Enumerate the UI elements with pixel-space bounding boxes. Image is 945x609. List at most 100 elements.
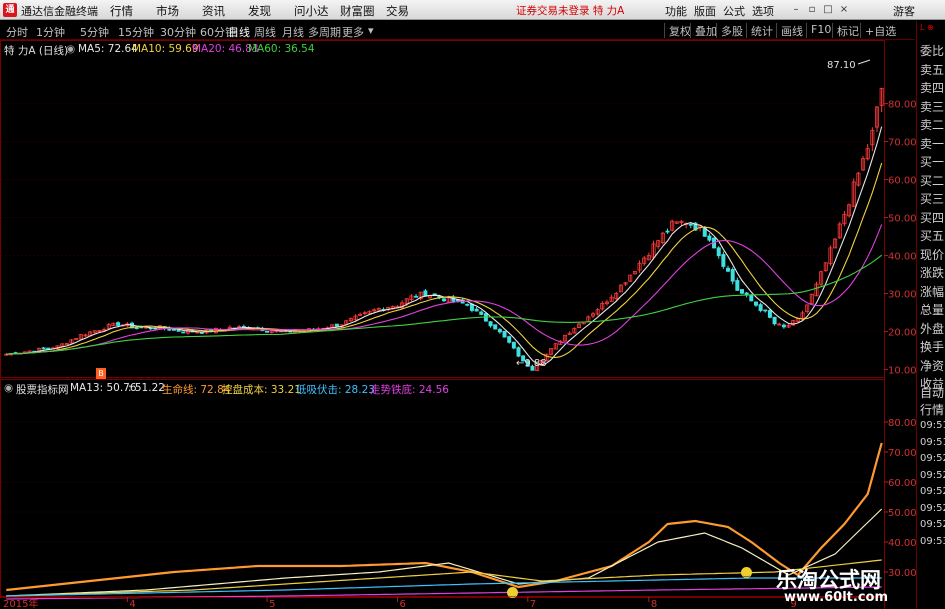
kline-chart[interactable]: 10.00 20.00 30.00 40.00 50.00 60.00 70.00 80.00… (0, 0, 916, 609)
quote-field-label: 卖五 (920, 62, 945, 77)
candle-body (707, 235, 712, 241)
candle-body (46, 347, 51, 350)
ma-legend: MA5: 72.64 (78, 43, 138, 55)
y-tick-label: 60.00 (888, 478, 916, 489)
indicator-legend: MA13: 50.76 (70, 382, 137, 394)
quote-field-label: 现价 (920, 247, 945, 262)
x-tick-label: 8 (651, 599, 657, 609)
candle-body (493, 324, 498, 330)
candle-body (414, 295, 419, 298)
candle-body (502, 330, 507, 338)
y-tick-label: 80.00 (888, 418, 916, 429)
pane-title: 股票指标网 (16, 384, 69, 396)
candle-body (488, 321, 493, 327)
candle-body (171, 328, 176, 331)
candle-body (753, 301, 758, 306)
settings-icon[interactable]: ◉ (66, 43, 75, 55)
y-tick-label: 80.00 (888, 100, 916, 111)
quote-field-label: 卖四 (920, 81, 945, 95)
y-tick-label: 50.00 (888, 508, 916, 519)
candle-body (479, 311, 484, 315)
indicator-legend: 走势铁底: 24.56 (370, 384, 449, 396)
quote-field-label: 买四 (920, 210, 945, 225)
x-tick-label: 4 (129, 599, 135, 609)
panel-toggle-icon[interactable]: L ⊕ (920, 23, 934, 32)
lower-y-axis: 30.00 40.00 50.00 60.00 70.00 80.00 (884, 418, 916, 579)
smile-icon: ‿ (741, 567, 752, 578)
quote-field-label: 总量 (920, 303, 945, 317)
ma-line (6, 224, 883, 355)
candle-body (767, 310, 772, 318)
tick-time: 09:52 (920, 453, 945, 464)
quote-field-label: 买一 (920, 155, 945, 169)
signal-marker-icon: B (96, 368, 106, 379)
candle-body (116, 322, 121, 326)
candle-body (735, 280, 740, 291)
tick-time: 09:53 (920, 535, 945, 547)
candle-body (739, 289, 744, 294)
quote-field-label: 买二 (920, 173, 945, 188)
candle-body (497, 329, 502, 333)
x-tick-label: 5 (269, 599, 275, 609)
candle-body (134, 327, 139, 330)
candle-body (721, 254, 726, 267)
candle-body (726, 267, 731, 272)
settings-icon[interactable]: ◉ (4, 382, 13, 394)
auto-quote-toggle[interactable]: 自动 (920, 385, 945, 401)
quote-field-label: 换手 (920, 340, 945, 354)
y-tick-label: 30.00 (888, 568, 916, 579)
upper-grid (1, 103, 884, 370)
quote-field-label: 净资 (920, 358, 945, 373)
quote-side-panel: L ⊕ 委比 卖五 卖四 卖三 卖二 卖一 买一 买二 买三 买四 买五 现价 涨跌 涨幅 总量 外盘 换手 净资… (916, 21, 945, 609)
candle-body (465, 303, 470, 306)
tick-time: 09:52 (920, 469, 945, 481)
quote-field-label: 外盘 (920, 321, 945, 336)
y-tick-label: 20.00 (888, 327, 916, 338)
y-tick-label: 40.00 (888, 538, 916, 549)
lower-grid (1, 421, 884, 573)
candle-body (507, 336, 512, 343)
indicator-legend: 低吸伏击: 28.23 (296, 384, 375, 396)
candle-body (265, 330, 270, 333)
candle-body (516, 347, 521, 357)
candle-body (41, 347, 46, 350)
lower-legend: ◉ 股票指标网 MA13: 50.76 : 51.22 生命线: 72.84 控… (0, 380, 880, 396)
indicator-legend: 控盘成本: 33.21 (222, 384, 301, 396)
indicator-legend: 生命线: 72.84 (162, 384, 231, 396)
candle-body (716, 247, 721, 257)
x-tick-label: 7 (530, 599, 536, 609)
indicator-line (6, 508, 883, 597)
y-tick-label: 50.00 (888, 214, 916, 225)
x-tick-label: 2015年 (3, 597, 38, 609)
candle-body (441, 298, 446, 302)
quote-field-label: 卖二 (920, 118, 945, 132)
y-tick-label: 10.00 (888, 365, 916, 376)
candle-body (772, 316, 777, 325)
candle-body (763, 309, 768, 312)
y-tick-label: 30.00 (888, 289, 916, 300)
upper-legend: 特 力A (日线) ◉ MA5: 72.64 MA10: 59.69 MA20:… (0, 41, 880, 57)
quote-field-label: 买五 (920, 229, 945, 243)
y-tick-label: 70.00 (888, 448, 916, 459)
candle-body (199, 332, 204, 334)
candle-body (334, 323, 339, 327)
candle-body (730, 269, 735, 282)
tick-time: 09:52 (920, 519, 945, 530)
candle-body (181, 331, 186, 334)
candle-body (511, 341, 516, 349)
quote-field-label: 卖一 (920, 136, 945, 151)
pane-title: 特 力A (日线) (4, 45, 69, 57)
quote-field-label: 买三 (920, 192, 945, 206)
quote-field-label: 涨跌 (920, 266, 945, 280)
low-price-label: ←9.88 (516, 358, 547, 369)
x-axis: 2015年 4 5 6 7 8 9 (0, 597, 884, 609)
tick-time: 09:52 (920, 486, 945, 497)
x-tick-label: 6 (399, 599, 405, 609)
indicator-legend: : 51.22 (128, 382, 165, 394)
quote-field-label: 委比 (920, 44, 945, 58)
candle-body (474, 308, 479, 312)
auto-quote-toggle[interactable]: 行情 (920, 402, 945, 418)
ma-line (6, 254, 883, 355)
quote-field-label: 涨幅 (920, 284, 945, 299)
candle-body (758, 304, 763, 311)
